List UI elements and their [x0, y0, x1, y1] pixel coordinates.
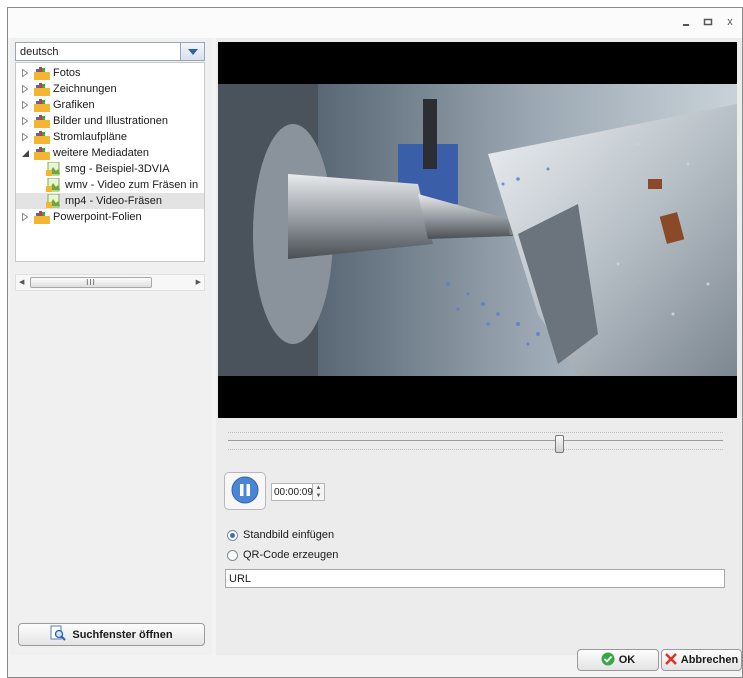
slider-ticks-top	[228, 432, 723, 433]
media-file-icon	[46, 193, 62, 208]
folder-icon	[34, 130, 50, 144]
media-tree: Fotos Zeichnungen Grafiken Bilder und Illus…	[15, 62, 205, 262]
tree-item-label: Fotos	[53, 67, 81, 79]
title-bar: x	[8, 8, 742, 38]
collapsed-arrow-icon[interactable]	[20, 69, 30, 77]
tree-item-label: weitere Mediadaten	[53, 147, 150, 159]
pause-icon	[231, 476, 259, 507]
search-window-icon	[50, 625, 67, 644]
cancel-button[interactable]: Abbrechen	[661, 649, 742, 671]
left-pane: deutsch Fotos Zeichnungen Grafiken Bilder u…	[10, 38, 212, 655]
scroll-left-icon[interactable]: ◀	[19, 278, 24, 286]
still-image-option[interactable]: Standbild einfügen	[227, 529, 334, 541]
folder-icon	[34, 66, 50, 80]
folder-icon	[34, 82, 50, 96]
close-icon[interactable]: x	[722, 14, 738, 30]
media-file-icon	[46, 161, 62, 176]
collapsed-arrow-icon[interactable]	[20, 117, 30, 125]
ok-label: OK	[618, 654, 636, 666]
tree-item[interactable]: Grafiken	[16, 97, 204, 113]
language-select[interactable]: deutsch	[15, 42, 205, 61]
time-spinner[interactable]: ▲ ▼	[313, 483, 325, 501]
ok-button[interactable]: OK	[577, 649, 659, 671]
video-frame	[218, 84, 737, 376]
qr-code-label: QR-Code erzeugen	[243, 549, 339, 561]
time-stepper[interactable]: 00:00:09 ▲ ▼	[271, 482, 328, 502]
tree-item[interactable]: Zeichnungen	[16, 81, 204, 97]
tree-item[interactable]: Bilder und Illustrationen	[16, 113, 204, 129]
cancel-label: Abbrechen	[680, 654, 739, 666]
media-file-icon	[46, 177, 62, 192]
tree-item[interactable]: smg - Beispiel-3DVIA	[16, 161, 204, 177]
spin-up-icon[interactable]: ▲	[313, 484, 324, 492]
folder-icon	[34, 210, 50, 224]
qr-code-option[interactable]: QR-Code erzeugen	[227, 549, 338, 561]
spin-down-icon[interactable]: ▼	[313, 492, 324, 500]
video-player[interactable]	[218, 42, 737, 418]
playback-slider[interactable]	[228, 440, 723, 441]
folder-icon	[34, 114, 50, 128]
tree-item-label: Bilder und Illustrationen	[53, 115, 168, 127]
tree-item[interactable]: mp4 - Video-Fräsen	[16, 193, 204, 209]
collapsed-arrow-icon[interactable]	[20, 133, 30, 141]
tree-item[interactable]: weitere Mediadaten	[16, 145, 204, 161]
open-search-label: Suchfenster öffnen	[72, 628, 173, 641]
preview-pane: 00:00:09 ▲ ▼ Standbild einfügen QR-Code …	[216, 38, 742, 655]
tree-item-label: smg - Beispiel-3DVIA	[65, 163, 170, 175]
collapsed-arrow-icon[interactable]	[20, 85, 30, 93]
tree-item[interactable]: wmv - Video zum Fräsen in	[16, 177, 204, 193]
collapsed-arrow-icon[interactable]	[20, 101, 30, 109]
maximize-icon[interactable]	[700, 14, 716, 30]
slider-ticks-bottom	[228, 449, 723, 450]
url-input[interactable]: URL	[225, 569, 725, 588]
tree-item-label: wmv - Video zum Fräsen in	[65, 179, 199, 191]
qr-code-radio[interactable]	[227, 549, 238, 561]
collapsed-arrow-icon[interactable]	[20, 213, 30, 221]
tree-item-label: Stromlaufpläne	[53, 131, 127, 143]
chevron-down-icon[interactable]	[180, 43, 204, 60]
tree-item[interactable]: Fotos	[16, 65, 204, 81]
scroll-right-icon[interactable]: ▶	[196, 278, 201, 286]
language-value: deutsch	[20, 45, 59, 58]
tree-item-label: mp4 - Video-Fräsen	[65, 195, 163, 207]
check-icon	[601, 652, 615, 669]
window-controls: x	[678, 14, 738, 30]
scrollbar-thumb[interactable]: III	[30, 277, 152, 288]
open-search-button[interactable]: Suchfenster öffnen	[18, 623, 205, 646]
tree-item[interactable]: Stromlaufpläne	[16, 129, 204, 145]
minimize-icon[interactable]	[678, 14, 694, 30]
media-dialog: x deutsch Fotos Zeichnungen Grafiken Bilder…	[7, 7, 743, 678]
tree-item[interactable]: Powerpoint-Folien	[16, 209, 204, 225]
tree-item-label: Grafiken	[53, 99, 95, 111]
cross-icon	[664, 652, 677, 668]
still-image-radio[interactable]	[227, 529, 238, 541]
playback-slider-thumb[interactable]	[554, 435, 564, 453]
tree-horizontal-scrollbar[interactable]: ◀ III ▶	[15, 274, 205, 291]
folder-icon	[34, 98, 50, 112]
folder-icon	[34, 146, 50, 160]
tree-item-label: Powerpoint-Folien	[53, 211, 142, 223]
expanded-arrow-icon[interactable]	[20, 149, 30, 157]
still-image-label: Standbild einfügen	[243, 529, 335, 541]
pause-button[interactable]	[224, 472, 266, 510]
time-value[interactable]: 00:00:09	[271, 483, 313, 501]
tree-item-label: Zeichnungen	[53, 83, 117, 95]
